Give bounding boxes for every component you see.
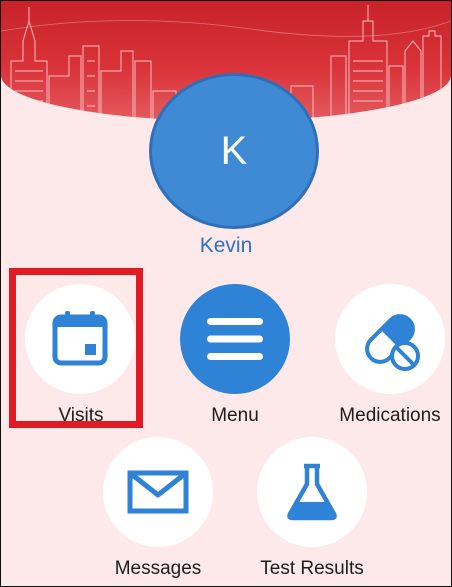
flask-icon [287,463,337,521]
medications-label: Medications [339,405,441,426]
user-name: Kevin [199,234,253,257]
hamburger-icon [207,318,263,360]
app-screen: K Kevin Visits Menu Medications Messages… [0,0,452,587]
menu-label: Menu [211,405,259,426]
selection-highlight [9,268,143,428]
avatar-initial: K [220,128,248,173]
medications-button[interactable] [335,284,445,394]
test-results-label: Test Results [260,558,364,579]
avatar[interactable]: K [149,73,319,229]
envelope-icon [127,470,189,514]
messages-label: Messages [114,558,202,579]
messages-button[interactable] [103,437,213,547]
menu-button[interactable] [180,284,290,394]
test-results-button[interactable] [257,437,367,547]
pills-icon [365,314,420,371]
